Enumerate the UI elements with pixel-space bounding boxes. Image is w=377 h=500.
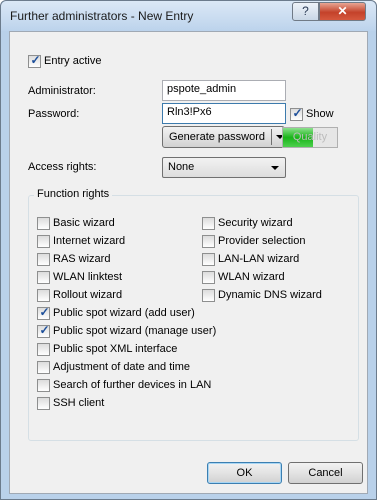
dialog-window: Further administrators - New Entry ? ✕ ✓… bbox=[0, 0, 377, 500]
show-password-checkbox[interactable]: ✓ bbox=[290, 106, 303, 121]
right-right-checkbox[interactable] bbox=[202, 253, 215, 266]
left-right-checkbox[interactable] bbox=[37, 217, 50, 230]
access-rights-value: None bbox=[168, 161, 195, 173]
administrator-input[interactable]: pspote_admin bbox=[162, 80, 286, 101]
checkmark-icon: ✓ bbox=[292, 106, 303, 120]
help-button[interactable]: ? bbox=[292, 2, 319, 21]
access-rights-label: Access rights: bbox=[28, 161, 97, 173]
left-right-checkbox[interactable] bbox=[37, 235, 50, 248]
help-icon: ? bbox=[302, 4, 309, 18]
right-right-checkbox[interactable] bbox=[202, 271, 215, 284]
function-rights-title: Function rights bbox=[34, 188, 113, 200]
chevron-down-icon bbox=[271, 166, 279, 170]
left-right-label: Rollout wizard bbox=[53, 289, 123, 301]
left-right-label: Adjustment of date and time bbox=[53, 361, 190, 373]
split-separator bbox=[271, 129, 272, 145]
left-right-checkbox[interactable]: ✓ bbox=[37, 305, 50, 320]
entry-active-label: Entry active bbox=[44, 55, 102, 67]
left-right-label: Internet wizard bbox=[53, 235, 126, 247]
quality-label: Quality bbox=[292, 131, 328, 143]
password-quality-meter: Quality bbox=[282, 127, 338, 148]
generate-password-label: Generate password bbox=[169, 131, 265, 143]
close-button[interactable]: ✕ bbox=[319, 2, 366, 21]
entry-active-checkbox[interactable]: ✓ bbox=[28, 53, 41, 68]
left-right-label: SSH client bbox=[53, 397, 105, 409]
ok-button[interactable]: OK bbox=[207, 462, 282, 484]
right-right-checkbox[interactable] bbox=[202, 235, 215, 248]
right-right-checkbox[interactable] bbox=[202, 217, 215, 230]
left-right-checkbox[interactable] bbox=[37, 343, 50, 356]
title-bar: Further administrators - New Entry ? ✕ bbox=[1, 1, 376, 31]
password-input[interactable]: Rln3!Px6 bbox=[162, 103, 286, 124]
left-right-checkbox[interactable] bbox=[37, 253, 50, 266]
right-right-label: Security wizard bbox=[218, 217, 293, 229]
administrator-label: Administrator: bbox=[28, 85, 96, 97]
checkmark-icon: ✓ bbox=[39, 305, 50, 319]
left-right-checkbox[interactable] bbox=[37, 361, 50, 374]
right-right-label: WLAN wizard bbox=[218, 271, 285, 283]
left-right-label: Public spot wizard (manage user) bbox=[53, 325, 217, 337]
checkmark-icon: ✓ bbox=[30, 53, 41, 67]
window-title: Further administrators - New Entry bbox=[10, 9, 194, 23]
access-rights-select[interactable]: None bbox=[162, 157, 286, 178]
right-right-label: Dynamic DNS wizard bbox=[218, 289, 322, 301]
cancel-button[interactable]: Cancel bbox=[288, 462, 363, 484]
left-right-label: Basic wizard bbox=[53, 217, 115, 229]
left-right-label: Public spot XML interface bbox=[53, 343, 178, 355]
left-right-label: Public spot wizard (add user) bbox=[53, 307, 195, 319]
left-right-checkbox[interactable] bbox=[37, 289, 50, 302]
close-icon: ✕ bbox=[337, 4, 348, 18]
left-right-checkbox[interactable] bbox=[37, 271, 50, 284]
left-right-checkbox[interactable] bbox=[37, 397, 50, 410]
left-right-label: RAS wizard bbox=[53, 253, 111, 265]
password-label: Password: bbox=[28, 108, 80, 120]
left-right-checkbox[interactable] bbox=[37, 379, 50, 392]
left-right-label: Search of further devices in LAN bbox=[53, 379, 212, 391]
left-right-label: WLAN linktest bbox=[53, 271, 123, 283]
checkmark-icon: ✓ bbox=[39, 323, 50, 337]
right-right-checkbox[interactable] bbox=[202, 289, 215, 302]
right-right-label: Provider selection bbox=[218, 235, 306, 247]
right-right-label: LAN-LAN wizard bbox=[218, 253, 300, 265]
generate-password-button[interactable]: Generate password bbox=[162, 126, 285, 148]
show-password-label: Show bbox=[306, 108, 334, 120]
left-right-checkbox[interactable]: ✓ bbox=[37, 323, 50, 338]
